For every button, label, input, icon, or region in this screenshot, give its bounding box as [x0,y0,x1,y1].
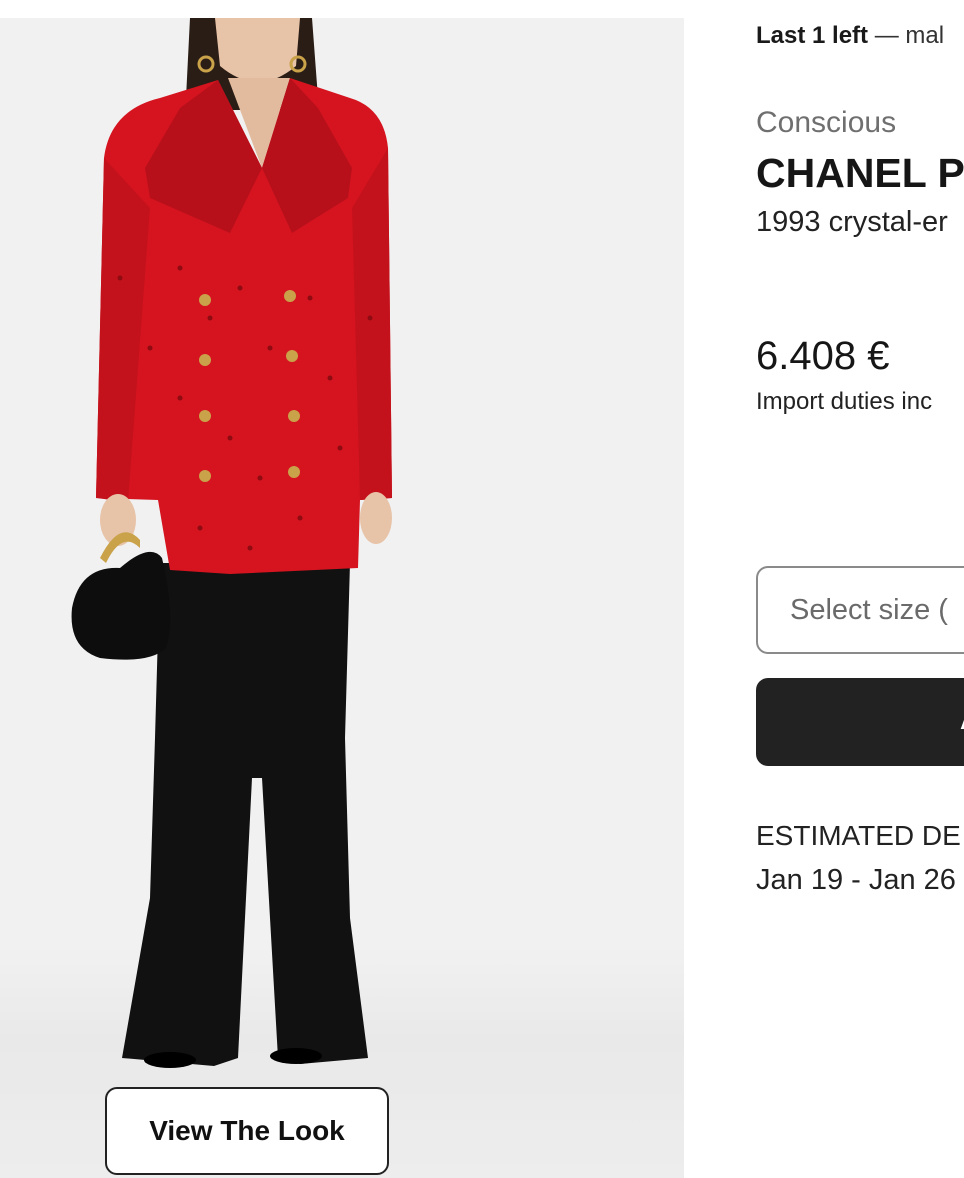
product-image-panel[interactable]: View The Look [0,18,684,1178]
size-select-placeholder: Select size ( [790,594,948,626]
add-to-bag-button[interactable]: A [756,678,964,766]
add-to-bag-label: A [960,704,964,737]
estimated-delivery-dates: Jan 19 - Jan 26 [756,864,956,896]
view-the-look-button[interactable]: View The Look [105,1087,389,1175]
stock-note: — mal [874,22,945,49]
product-category[interactable]: Conscious [756,106,896,140]
product-description: 1993 crystal-er [756,206,948,238]
estimated-delivery-label: ESTIMATED DE [756,820,961,851]
product-price: 6.408 € [756,334,890,378]
import-duties-note: Import duties inc [756,388,933,415]
size-select[interactable]: Select size ( [756,566,964,654]
stock-notice: Last 1 left — mal [756,20,944,52]
product-details: Last 1 left — mal Conscious CHANEL P 199… [756,0,964,1178]
product-photo [71,18,392,1068]
view-the-look-label: View The Look [149,1115,345,1146]
product-page: View The Look Last 1 left — mal Consciou… [0,0,964,1178]
stock-count: Last 1 left [756,22,869,49]
product-brand[interactable]: CHANEL P [756,150,964,197]
